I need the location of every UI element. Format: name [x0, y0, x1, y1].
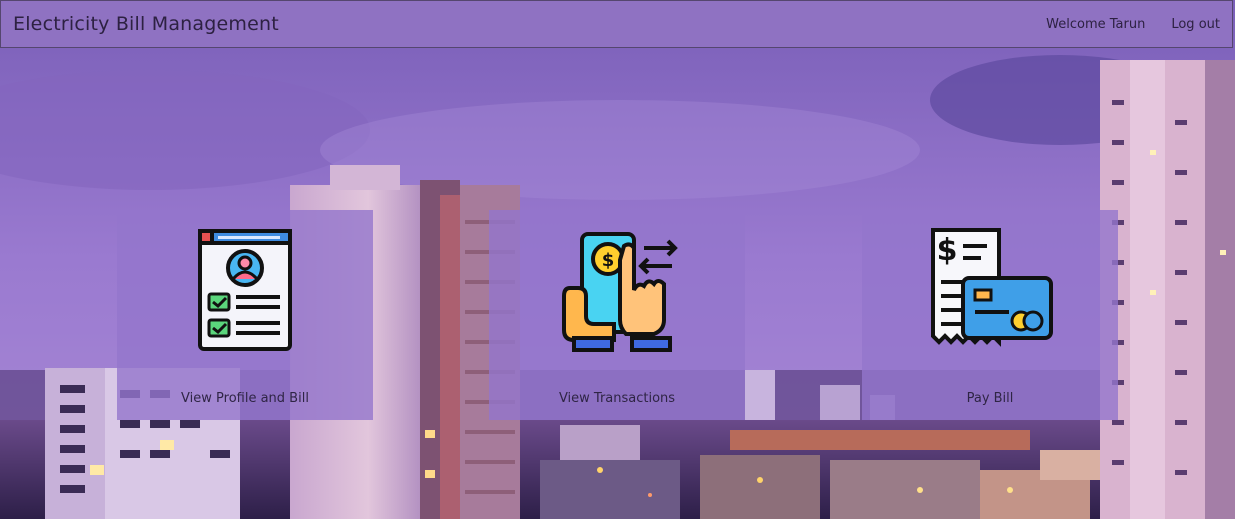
- view-profile-label: View Profile and Bill: [181, 391, 309, 406]
- nav-right: Welcome Tarun Log out: [1046, 17, 1226, 32]
- svg-text:$: $: [937, 233, 958, 268]
- view-profile-card[interactable]: View Profile and Bill: [117, 210, 373, 420]
- view-transactions-card[interactable]: $ View Transactions: [489, 210, 745, 420]
- page: Electricity Bill Management Welcome Taru…: [0, 0, 1235, 519]
- pay-bill-label: Pay Bill: [966, 391, 1014, 406]
- brand-title[interactable]: Electricity Bill Management: [13, 13, 279, 35]
- pay-bill-card[interactable]: $ Pay Bill: [862, 210, 1118, 420]
- profile-document-icon: [198, 229, 292, 351]
- receipt-card-icon: $: [931, 228, 1053, 347]
- logout-link[interactable]: Log out: [1171, 17, 1220, 32]
- svg-text:$: $: [602, 250, 615, 271]
- navbar: Electricity Bill Management Welcome Taru…: [0, 0, 1233, 48]
- mobile-payment-transfer-icon: $: [562, 232, 678, 352]
- welcome-user-link[interactable]: Welcome Tarun: [1046, 17, 1145, 32]
- view-transactions-label: View Transactions: [558, 391, 676, 406]
